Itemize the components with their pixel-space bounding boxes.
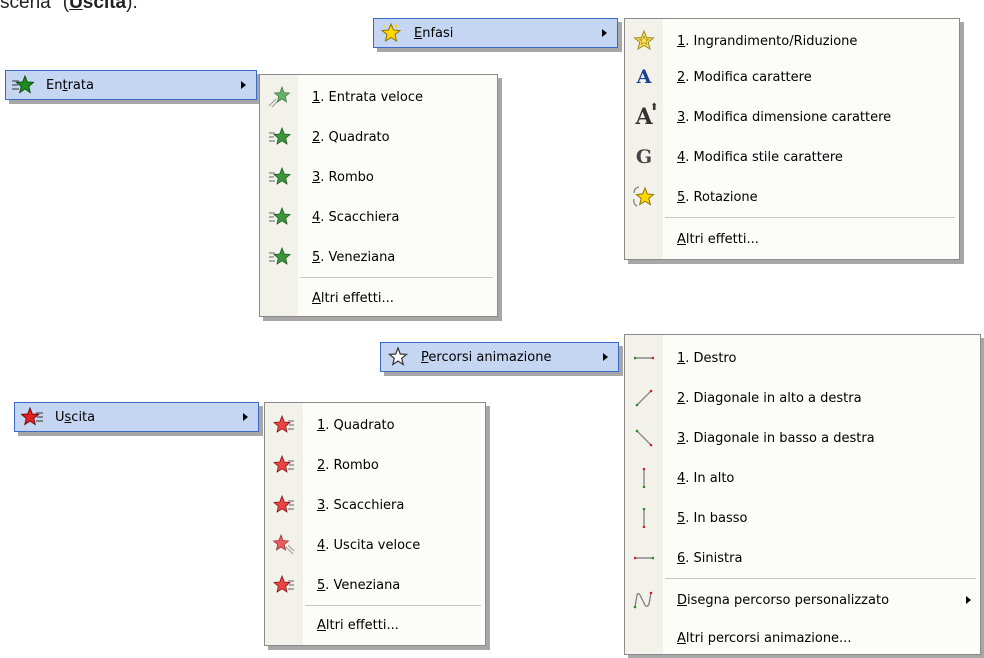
menu-item-diagonale-basso[interactable]: 3. Diagonale in basso a destra xyxy=(625,418,980,458)
enfasi-label: Enfasi xyxy=(414,25,454,41)
green-star-icon xyxy=(260,197,298,237)
separator xyxy=(665,578,976,579)
menu-item-entrata[interactable]: Entrata xyxy=(5,70,257,100)
red-star-icon xyxy=(265,405,303,445)
yellow-star-icon xyxy=(380,22,402,44)
item-label: 4. Modifica stile carattere xyxy=(677,149,843,165)
menu-item-altri-percorsi[interactable]: Altri percorsi animazione... xyxy=(625,618,980,658)
uscita-label: Uscita xyxy=(55,409,96,425)
entrata-label: Entrata xyxy=(46,77,94,93)
menu-item-disegna-percorso[interactable]: Disegna percorso personalizzato xyxy=(625,580,980,620)
item-label: 6. Sinistra xyxy=(677,550,743,566)
path-diag-up-icon xyxy=(625,378,663,418)
menu-item-modifica-stile[interactable]: G 4. Modifica stile carattere xyxy=(625,137,959,177)
item-label: Altri effetti... xyxy=(317,617,399,633)
menu-item-in-basso[interactable]: 5. In basso xyxy=(625,498,980,538)
item-label: 1. Ingrandimento/Riduzione xyxy=(677,33,858,49)
red-star-icon xyxy=(21,406,43,428)
menu-item-in-alto[interactable]: 4. In alto xyxy=(625,458,980,498)
menu-item-destro[interactable]: 1. Destro xyxy=(625,338,980,378)
item-label: 3. Scacchiera xyxy=(317,497,405,513)
menu-item-rotazione[interactable]: 5. Rotazione xyxy=(625,177,959,217)
path-down-icon xyxy=(625,498,663,538)
menu-item-ingrandimento[interactable]: 1. Ingrandimento/Riduzione xyxy=(625,21,959,61)
item-label: 2. Quadrato xyxy=(312,129,390,145)
path-left-icon xyxy=(625,538,663,578)
intro-text: scena" (Uscita). xyxy=(0,0,138,13)
menu-item-uscita-veloce[interactable]: 4. Uscita veloce xyxy=(265,525,485,565)
submenu-entrata: 1. Entrata veloce 2. Quadrato 3. Rombo 4… xyxy=(259,74,498,317)
chevron-right-icon xyxy=(243,413,248,421)
item-label: 3. Rombo xyxy=(312,169,374,185)
menu-item-scacchiera[interactable]: 3. Scacchiera xyxy=(265,485,485,525)
submenu-enfasi: 1. Ingrandimento/Riduzione A 2. Modifica… xyxy=(624,18,960,260)
item-label: 4. In alto xyxy=(677,470,735,486)
spin-star-icon xyxy=(625,177,663,217)
item-label: 4. Uscita veloce xyxy=(317,537,421,553)
chevron-right-icon xyxy=(602,29,607,37)
menu-item-veneziana[interactable]: 5. Veneziana xyxy=(265,565,485,605)
item-label: 1. Quadrato xyxy=(317,417,395,433)
menu-item-altri-effetti[interactable]: Altri effetti... xyxy=(625,219,959,259)
menu-item-entrata-veloce[interactable]: 1. Entrata veloce xyxy=(260,77,497,117)
item-label: Altri effetti... xyxy=(677,231,759,247)
fly-out-star-icon xyxy=(265,525,303,565)
menu-item-quadrato[interactable]: 2. Quadrato xyxy=(260,117,497,157)
item-label: 5. Veneziana xyxy=(312,249,396,265)
chevron-right-icon xyxy=(241,81,246,89)
menu-item-enfasi[interactable]: Enfasi xyxy=(373,18,618,48)
item-label: 1. Entrata veloce xyxy=(312,89,424,105)
grow-shrink-icon xyxy=(625,21,663,61)
red-star-icon xyxy=(265,445,303,485)
menu-item-sinistra[interactable]: 6. Sinistra xyxy=(625,538,980,578)
freeform-path-icon xyxy=(625,580,663,620)
menu-item-quadrato[interactable]: 1. Quadrato xyxy=(265,405,485,445)
item-label: 2. Modifica carattere xyxy=(677,69,812,85)
font-style-icon: G xyxy=(635,146,653,168)
item-label: 2. Rombo xyxy=(317,457,379,473)
menu-item-scacchiera[interactable]: 4. Scacchiera xyxy=(260,197,497,237)
item-label: 5. Rotazione xyxy=(677,189,758,205)
path-diag-down-icon xyxy=(625,418,663,458)
submenu-percorsi: 1. Destro 2. Diagonale in alto a destra … xyxy=(624,334,981,655)
item-label: Altri percorsi animazione... xyxy=(677,630,852,646)
menu-item-altri-effetti[interactable]: Altri effetti... xyxy=(260,278,497,318)
item-label: 2. Diagonale in alto a destra xyxy=(677,390,862,406)
menu-item-rombo[interactable]: 3. Rombo xyxy=(260,157,497,197)
menu-item-percorsi-animazione[interactable]: Percorsi animazione xyxy=(380,342,619,372)
menu-item-veneziana[interactable]: 5. Veneziana xyxy=(260,237,497,277)
path-right-icon xyxy=(625,338,663,378)
percorsi-label: Percorsi animazione xyxy=(421,349,552,365)
path-up-icon xyxy=(625,458,663,498)
font-size-icon: A ⬆ xyxy=(635,102,659,130)
green-star-icon xyxy=(260,117,298,157)
item-label: 5. In basso xyxy=(677,510,748,526)
item-label: 4. Scacchiera xyxy=(312,209,400,225)
red-star-icon xyxy=(265,485,303,525)
item-label: 3. Diagonale in basso a destra xyxy=(677,430,875,446)
submenu-uscita: 1. Quadrato 2. Rombo 3. Scacchiera 4. Us… xyxy=(264,402,486,646)
separator xyxy=(665,217,955,218)
green-star-icon xyxy=(260,237,298,277)
item-label: Altri effetti... xyxy=(312,290,394,306)
menu-item-modifica-carattere[interactable]: A 2. Modifica carattere xyxy=(625,57,959,97)
item-label: 5. Veneziana xyxy=(317,577,401,593)
green-star-icon xyxy=(12,74,34,96)
menu-item-modifica-dimensione[interactable]: A ⬆ 3. Modifica dimensione carattere xyxy=(625,97,959,137)
chevron-right-icon xyxy=(603,353,608,361)
item-label: 1. Destro xyxy=(677,350,737,366)
menu-item-altri-effetti[interactable]: Altri effetti... xyxy=(265,605,485,645)
star-outline-icon xyxy=(387,346,409,368)
item-label: 3. Modifica dimensione carattere xyxy=(677,109,892,125)
item-label: Disegna percorso personalizzato xyxy=(677,592,890,608)
menu-item-rombo[interactable]: 2. Rombo xyxy=(265,445,485,485)
red-star-icon xyxy=(265,565,303,605)
green-star-icon xyxy=(260,157,298,197)
fly-in-star-icon xyxy=(260,77,298,117)
menu-item-diagonale-alto[interactable]: 2. Diagonale in alto a destra xyxy=(625,378,980,418)
menu-item-uscita[interactable]: Uscita xyxy=(14,402,259,432)
chevron-right-icon xyxy=(966,596,971,604)
font-change-icon: A xyxy=(636,66,652,88)
